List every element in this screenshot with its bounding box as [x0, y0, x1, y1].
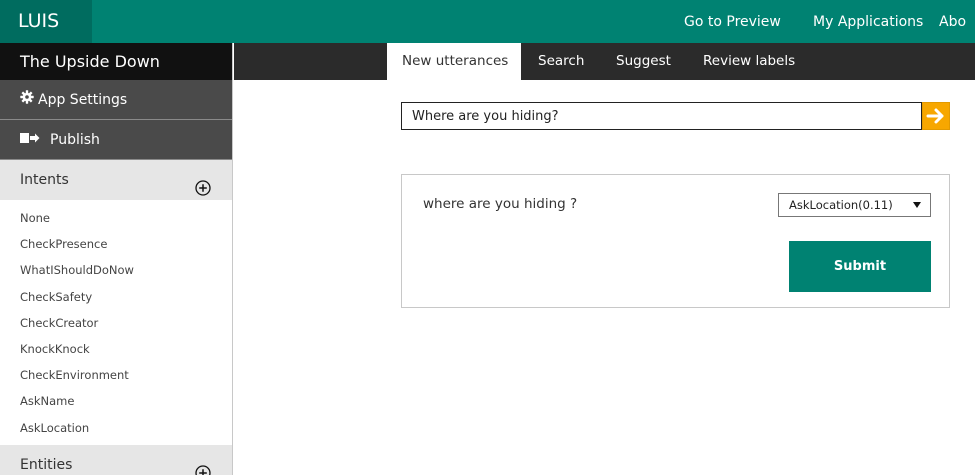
- publish-button[interactable]: Publish: [0, 120, 232, 160]
- intent-item[interactable]: None: [0, 205, 232, 231]
- intents-header-label: Intents: [20, 172, 69, 188]
- intent-list: None CheckPresence WhatIShouldDoNow Chec…: [0, 200, 232, 441]
- arrow-right-icon: [926, 108, 944, 124]
- intent-item[interactable]: WhatIShouldDoNow: [0, 257, 232, 283]
- entities-header: Entities: [0, 444, 232, 475]
- intent-item[interactable]: CheckPresence: [0, 231, 232, 257]
- add-entity-icon[interactable]: [195, 457, 211, 475]
- nav-my-applications[interactable]: My Applications: [813, 0, 923, 43]
- app-name: The Upside Down: [0, 43, 232, 80]
- utterance-text: where are you hiding ?: [423, 196, 578, 212]
- tab-new-utterances[interactable]: New utterances: [387, 43, 521, 80]
- sidebar: The Upside Down App Settings Publish Int…: [0, 43, 233, 475]
- tab-search[interactable]: Search: [538, 43, 584, 80]
- submit-utterance-button[interactable]: [922, 102, 950, 130]
- publish-icon: [20, 120, 40, 160]
- entities-header-label: Entities: [20, 456, 73, 473]
- intent-item[interactable]: AskName: [0, 388, 232, 414]
- intent-item[interactable]: CheckSafety: [0, 284, 232, 310]
- add-intent-icon[interactable]: [195, 172, 211, 196]
- submit-button[interactable]: Submit: [789, 241, 931, 292]
- publish-label: Publish: [50, 132, 100, 148]
- luis-logo[interactable]: LUIS: [0, 0, 92, 43]
- intent-dropdown-value: AskLocation(0.11): [789, 198, 893, 212]
- intent-item[interactable]: CheckEnvironment: [0, 362, 232, 388]
- nav-go-to-preview[interactable]: Go to Preview: [684, 0, 781, 43]
- intent-item[interactable]: KnockKnock: [0, 336, 232, 362]
- tab-suggest[interactable]: Suggest: [616, 43, 671, 80]
- tab-bar: New utterances Search Suggest Review lab…: [234, 43, 975, 80]
- intent-item[interactable]: AskLocation: [0, 415, 232, 441]
- intent-item[interactable]: CheckCreator: [0, 310, 232, 336]
- app-settings-label: App Settings: [38, 92, 128, 108]
- utterance-card: where are you hiding ? AskLocation(0.11)…: [401, 174, 950, 308]
- intent-dropdown[interactable]: AskLocation(0.11): [778, 193, 931, 217]
- app-settings-button[interactable]: App Settings: [0, 80, 232, 120]
- caret-down-icon: [913, 202, 921, 208]
- gear-icon: [20, 80, 34, 120]
- top-bar: LUIS Go to Preview My Applications Abo: [0, 0, 975, 43]
- intents-header: Intents: [0, 160, 232, 200]
- nav-about[interactable]: Abo: [939, 0, 966, 43]
- tab-review-labels[interactable]: Review labels: [703, 43, 795, 80]
- utterance-input[interactable]: [401, 102, 922, 130]
